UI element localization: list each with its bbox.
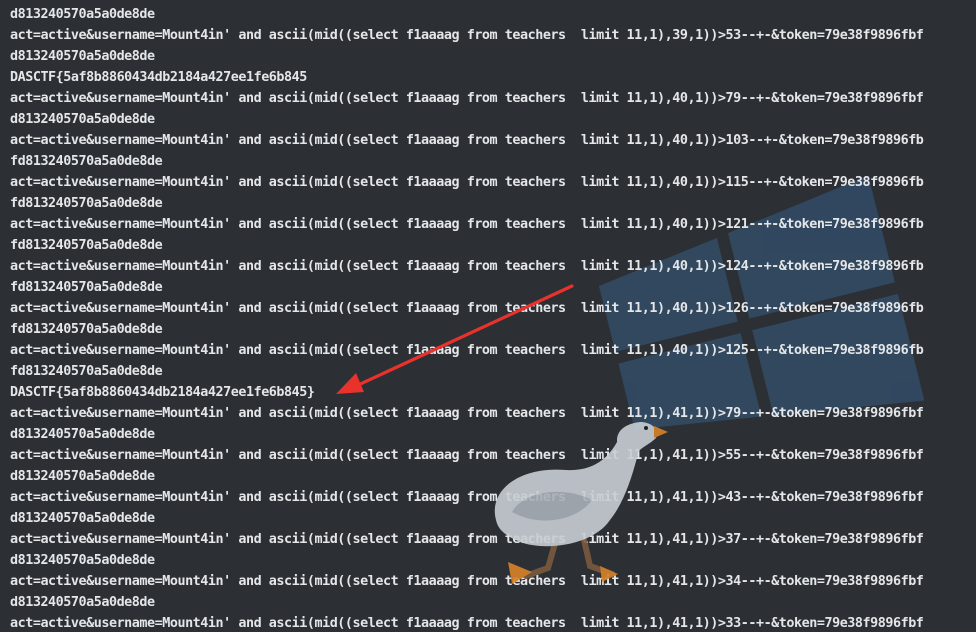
terminal-line: d813240570a5a0de8de (10, 511, 155, 526)
terminal-window[interactable]: d813240570a5a0de8de act=active&username=M… (0, 0, 976, 632)
terminal-line: act=active&username=Mount4in' and ascii(… (10, 574, 924, 589)
terminal-line: act=active&username=Mount4in' and ascii(… (10, 301, 924, 316)
terminal-line: fd813240570a5a0de8de (10, 364, 163, 379)
terminal-line: act=active&username=Mount4in' and ascii(… (10, 28, 924, 43)
terminal-line: fd813240570a5a0de8de (10, 196, 163, 211)
terminal-line: act=active&username=Mount4in' and ascii(… (10, 217, 924, 232)
terminal-line: act=active&username=Mount4in' and ascii(… (10, 91, 924, 106)
terminal-line: DASCTF{5af8b8860434db2184a427ee1fe6b845 (10, 70, 307, 85)
terminal-line: act=active&username=Mount4in' and ascii(… (10, 175, 924, 190)
terminal-line: d813240570a5a0de8de (10, 595, 155, 610)
terminal-line: act=active&username=Mount4in' and ascii(… (10, 133, 924, 148)
terminal-line: act=active&username=Mount4in' and ascii(… (10, 490, 924, 505)
terminal-line: act=active&username=Mount4in' and ascii(… (10, 406, 924, 421)
terminal-line: d813240570a5a0de8de (10, 112, 155, 127)
terminal-line: act=active&username=Mount4in' and ascii(… (10, 616, 924, 631)
terminal-line: act=active&username=Mount4in' and ascii(… (10, 532, 924, 547)
terminal-line: act=active&username=Mount4in' and ascii(… (10, 448, 924, 463)
terminal-line: act=active&username=Mount4in' and ascii(… (10, 343, 924, 358)
terminal-line: fd813240570a5a0de8de (10, 154, 163, 169)
terminal-line: d813240570a5a0de8de (10, 427, 155, 442)
terminal-line: d813240570a5a0de8de (10, 469, 155, 484)
terminal-line: DASCTF{5af8b8860434db2184a427ee1fe6b845} (10, 385, 315, 400)
terminal-line: fd813240570a5a0de8de (10, 238, 163, 253)
terminal-line: fd813240570a5a0de8de (10, 280, 163, 295)
terminal-line: d813240570a5a0de8de (10, 49, 155, 64)
terminal-line: d813240570a5a0de8de (10, 553, 155, 568)
terminal-line: fd813240570a5a0de8de (10, 322, 163, 337)
terminal-line: d813240570a5a0de8de (10, 7, 155, 22)
terminal-line: act=active&username=Mount4in' and ascii(… (10, 259, 924, 274)
terminal-output: d813240570a5a0de8de act=active&username=M… (10, 4, 972, 632)
